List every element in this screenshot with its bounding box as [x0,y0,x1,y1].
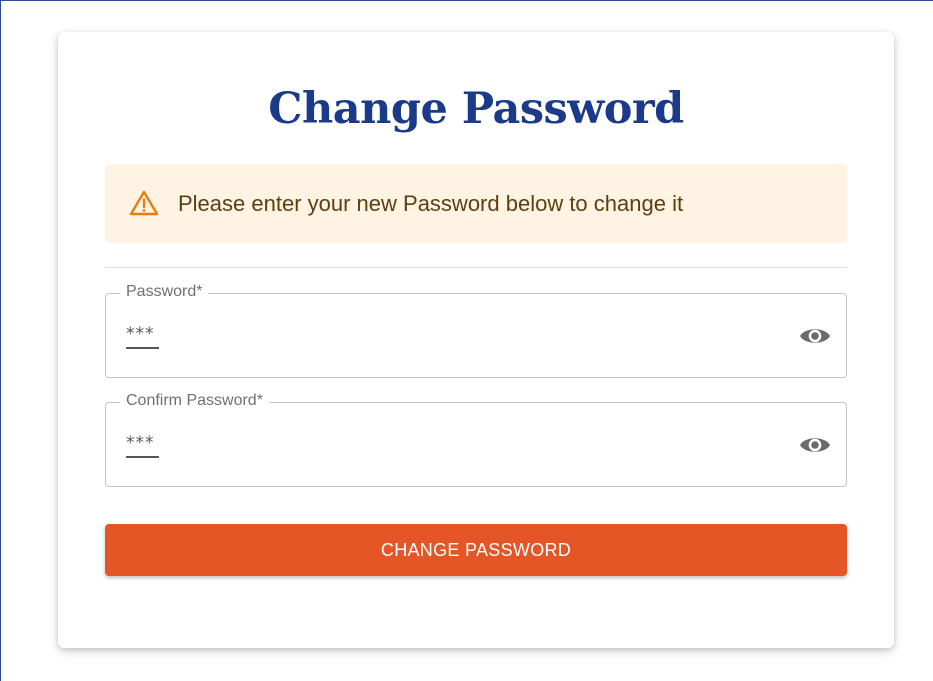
confirm-password-field[interactable]: Confirm Password* *** [105,392,847,487]
page-title: Change Password [268,84,684,134]
info-alert: Please enter your new Password below to … [105,164,847,243]
confirm-password-input[interactable]: *** [126,433,159,458]
password-input[interactable]: *** [126,324,159,349]
password-label: Password* [120,283,209,301]
change-password-card: Change Password Please enter your new Pa… [58,32,894,648]
eye-icon[interactable] [798,432,832,458]
password-field[interactable]: Password* *** [105,283,847,378]
alert-message: Please enter your new Password below to … [178,191,684,216]
warning-triangle-icon [129,189,159,217]
change-password-button[interactable]: CHANGE PASSWORD [105,524,847,576]
divider [105,267,847,268]
eye-icon[interactable] [798,323,832,349]
confirm-password-label: Confirm Password* [120,392,269,410]
